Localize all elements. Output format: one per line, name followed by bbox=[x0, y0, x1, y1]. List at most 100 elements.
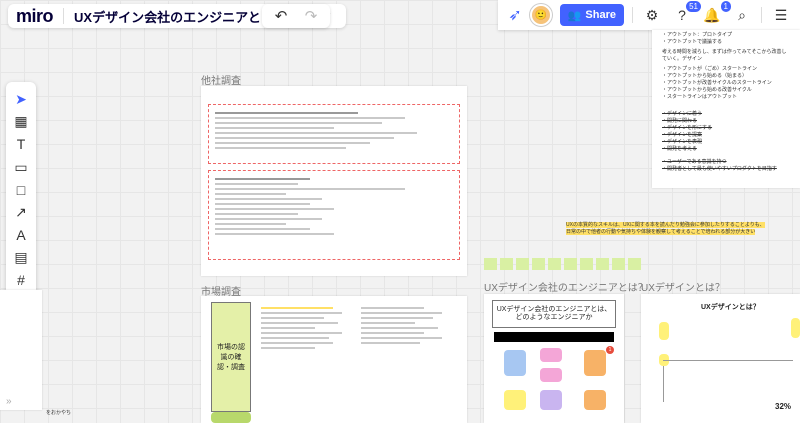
axis-line bbox=[663, 366, 664, 402]
sticky-note[interactable] bbox=[612, 258, 625, 270]
expand-icon[interactable]: » bbox=[6, 396, 12, 407]
redo-icon[interactable]: ↷ bbox=[300, 7, 322, 25]
notification-badge: 1 bbox=[720, 0, 731, 12]
note-line: ・ユーザーである意識を持つ bbox=[662, 159, 727, 165]
offscreen-frame[interactable] bbox=[0, 290, 42, 410]
avatar[interactable]: 🙂 bbox=[529, 4, 552, 26]
collaboration-bar: ➶ 🙂 👥 Share ⚙ ? 51 🔔 1 ⌕ ☰ bbox=[498, 0, 800, 30]
note-line: ・アウトプットで議論する bbox=[662, 39, 723, 45]
frame-market-research[interactable]: 市場の認識の確認・調査 bbox=[201, 296, 467, 423]
yellow-card bbox=[504, 390, 526, 410]
connector-tool-icon[interactable]: ↗ bbox=[9, 203, 33, 222]
note-line: 考える時間を減らし、まずは作ってみてそこから改善していく。デザイン bbox=[662, 49, 787, 62]
purple-card bbox=[540, 390, 562, 410]
blue-card bbox=[504, 350, 526, 376]
text-lines bbox=[261, 304, 351, 352]
yellow-note bbox=[791, 318, 800, 338]
frame-label-ux-engineer: UXデザイン会社のエンジニアとは？ bbox=[484, 283, 648, 294]
pink-card bbox=[540, 348, 562, 362]
undo-icon[interactable]: ↶ bbox=[270, 7, 292, 25]
sticky-note[interactable] bbox=[532, 258, 545, 270]
ux-design-title: UXデザインとは？ bbox=[701, 304, 760, 311]
sticky-note[interactable] bbox=[548, 258, 561, 270]
sticky-note-row bbox=[484, 258, 641, 270]
bottom-left-text: をおかやち bbox=[46, 410, 72, 416]
ux-engineer-title-box: UXデザイン会社のエンジニアとは、 どのようなエンジニアか bbox=[492, 300, 616, 328]
share-button[interactable]: 👥 Share bbox=[559, 4, 624, 26]
redacted-bar bbox=[494, 332, 614, 342]
frame-ux-engineer[interactable]: UXデザイン会社のエンジニアとは、 どのようなエンジニアか 1 bbox=[484, 294, 624, 423]
sticky-note[interactable] bbox=[484, 258, 497, 270]
sticky-note[interactable] bbox=[564, 258, 577, 270]
help-icon[interactable]: ? 51 bbox=[671, 1, 701, 23]
note-line: ・デザインを提案 bbox=[662, 132, 703, 138]
dashed-section bbox=[208, 104, 460, 164]
green-block bbox=[211, 412, 251, 423]
note-line: ・デザインを表現 bbox=[662, 139, 703, 145]
text-lines bbox=[361, 304, 451, 347]
sticky-note[interactable] bbox=[628, 258, 641, 270]
callout-text: UXの本質的なスキルは、UXに関する本を読んだり勉強会に参加したりすることよりも… bbox=[566, 222, 765, 236]
share-label: Share bbox=[585, 9, 616, 21]
frame-ux-design[interactable]: UXデザインとは？ 32% bbox=[641, 294, 800, 423]
callout-line-1: UXの本質的なスキルは、UXに関する本を読んだり勉強会に参加したりすることよりも… bbox=[566, 222, 765, 228]
sticky-note[interactable] bbox=[596, 258, 609, 270]
settings-icon[interactable]: ⚙ bbox=[641, 7, 663, 24]
shape-tool-icon[interactable]: □ bbox=[9, 180, 33, 199]
select-tool-icon[interactable]: ➤ bbox=[9, 90, 33, 109]
follow-cursor-icon[interactable]: ➶ bbox=[508, 5, 521, 25]
note-line: ・アウトプットが改善サイクルのスタートライン bbox=[662, 80, 772, 86]
board-menu-icon[interactable]: ☰ bbox=[770, 7, 792, 24]
note-line: ・開発者として最も使いやすいプロダクトを目指す bbox=[662, 166, 777, 172]
frame-competitor-research[interactable] bbox=[201, 86, 467, 276]
help-badge: 51 bbox=[686, 1, 701, 12]
search-icon[interactable]: ⌕ bbox=[731, 7, 753, 24]
orange-card bbox=[584, 350, 606, 376]
note-line: ・アウトプットから始める改善サイクル bbox=[662, 87, 752, 93]
yellow-note bbox=[659, 322, 669, 340]
frame-label-ux-design: UXデザインとは？ bbox=[641, 283, 725, 294]
note-line: ・開発に関わる bbox=[662, 118, 698, 124]
notification-dot: 1 bbox=[606, 346, 614, 354]
callout-line-2: 日常の中で他者の行動や気持ちや体験を観察して考えることで培われる部分が大きい bbox=[566, 229, 756, 235]
frame-label-competitor-research: 他社調査 bbox=[201, 76, 241, 87]
sticky-note[interactable] bbox=[500, 258, 513, 270]
template-tool-icon[interactable]: ▦ bbox=[9, 113, 33, 132]
pink-card bbox=[540, 368, 562, 382]
divider bbox=[63, 8, 65, 24]
help-glyph: ? bbox=[678, 7, 686, 23]
divider bbox=[632, 7, 633, 23]
axis-line bbox=[663, 360, 793, 361]
note-line: ・アウトプットから始める（始まる） bbox=[662, 73, 748, 79]
note-line: ・アウトプットが（ごめ）スタートライン bbox=[662, 66, 758, 72]
percent-label: 32% bbox=[775, 402, 792, 411]
note-line: ・スタートラインはアウトプット bbox=[662, 94, 738, 100]
text-tool-icon[interactable]: T bbox=[9, 135, 33, 154]
divider bbox=[761, 7, 762, 23]
market-check-box: 市場の認識の確認・調査 bbox=[211, 302, 251, 412]
comment-tool-icon[interactable]: ▤ bbox=[9, 248, 33, 267]
sticky-note[interactable] bbox=[580, 258, 593, 270]
text-lines bbox=[209, 105, 459, 156]
pen-tool-icon[interactable]: A bbox=[9, 225, 33, 244]
frame-tool-icon[interactable]: # bbox=[9, 271, 33, 290]
notification-icon[interactable]: 🔔 1 bbox=[701, 0, 731, 24]
note-line: ・アウトプット：プロトタイプ bbox=[662, 32, 733, 38]
note-line: ・デザインに着う bbox=[662, 111, 703, 117]
share-icon: 👥 bbox=[567, 9, 582, 22]
bell-glyph: 🔔 bbox=[703, 6, 721, 23]
market-check-text: 市場の認識の確認・調査 bbox=[217, 344, 245, 371]
undo-redo-group: ↶ ↷ bbox=[262, 4, 330, 28]
dashed-section bbox=[208, 170, 460, 260]
board-title[interactable]: UXデザイン会社のエンジニアとは bbox=[74, 7, 274, 26]
miro-logo[interactable]: miro bbox=[16, 6, 54, 27]
notes-list: ・アウトプット：プロトタイプ ・アウトプットで議論する 考える時間を減らし、まず… bbox=[652, 30, 800, 175]
note-line: ・開発を考える bbox=[662, 146, 697, 152]
sticky-note-tool-icon[interactable]: ▭ bbox=[9, 158, 33, 177]
text-lines bbox=[209, 171, 459, 242]
note-line: ・デザインを形にする bbox=[662, 125, 713, 131]
frame-notes-panel[interactable]: ・アウトプット：プロトタイプ ・アウトプットで議論する 考える時間を減らし、まず… bbox=[652, 30, 800, 188]
ux-engineer-title: UXデザイン会社のエンジニアとは、 どのようなエンジニアか bbox=[496, 306, 612, 321]
sticky-note[interactable] bbox=[516, 258, 529, 270]
orange-card bbox=[584, 390, 606, 410]
